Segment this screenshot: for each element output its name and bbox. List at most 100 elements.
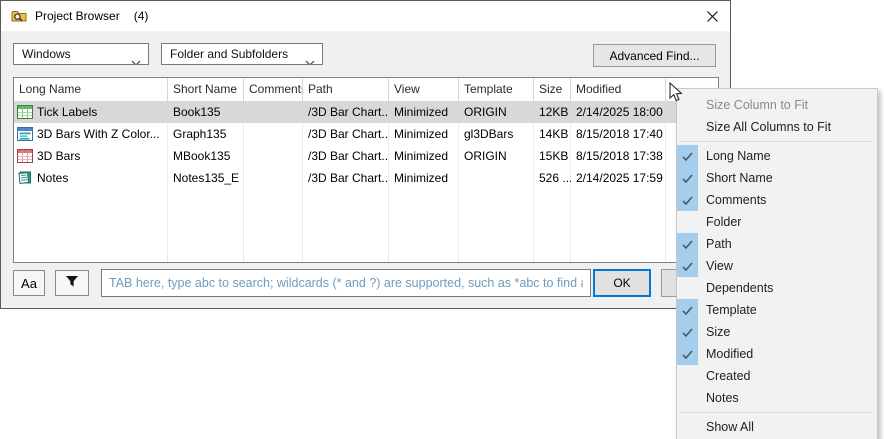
chevron-down-icon [131, 52, 141, 65]
check-zone-empty [677, 387, 698, 409]
short-name-cell: MBook135 [168, 145, 244, 167]
project-browser-icon [11, 8, 27, 24]
notes-icon [17, 170, 33, 186]
menu-item-size-column-to-fit: Size Column to Fit [677, 94, 877, 116]
menu-item-label: Modified [706, 347, 753, 361]
path-cell: /3D Bar Chart... [303, 145, 389, 167]
column-header-template[interactable]: Template [459, 78, 534, 101]
window-title: Project Browser [35, 9, 120, 23]
path-cell: /3D Bar Chart... [303, 101, 389, 123]
search-input[interactable] [101, 269, 591, 297]
modified-cell: 2/14/2025 18:00 [571, 101, 666, 123]
window-type-dropdown[interactable]: Windows [13, 43, 149, 65]
menu-item-modified[interactable]: Modified [677, 343, 877, 365]
menu-item-view[interactable]: View [677, 255, 877, 277]
check-zone-empty [677, 416, 698, 438]
long-name-cell: Notes [14, 167, 168, 189]
filter-button[interactable] [55, 270, 89, 296]
menu-item-label: Dependents [706, 281, 773, 295]
checkmark-icon [677, 255, 698, 277]
graph-icon [17, 126, 33, 142]
close-button[interactable] [702, 7, 722, 27]
window-item-count: (4) [134, 9, 149, 23]
project-browser-dialog: Project Browser (4) Windows Folder and S… [0, 0, 731, 309]
table-row[interactable]: 3D Bars MBook135/3D Bar Chart...Minimized… [14, 145, 718, 167]
checkmark-icon [677, 321, 698, 343]
view-cell: Minimized [389, 101, 459, 123]
column-header-view[interactable]: View [389, 78, 459, 101]
check-zone-empty [677, 116, 698, 138]
check-zone-empty [677, 277, 698, 299]
menu-item-template[interactable]: Template [677, 299, 877, 321]
match-case-button[interactable]: Aa [13, 270, 45, 296]
menu-item-short-name[interactable]: Short Name [677, 167, 877, 189]
checkmark-icon [677, 145, 698, 167]
funnel-icon [65, 275, 79, 291]
size-cell: 526 ... [534, 167, 571, 189]
menu-item-folder[interactable]: Folder [677, 211, 877, 233]
column-header-size[interactable]: Size [534, 78, 571, 101]
menu-item-created[interactable]: Created [677, 365, 877, 387]
long-name-label: Notes [37, 167, 68, 189]
menu-item-label: Short Name [706, 171, 773, 185]
menu-item-label: Size [706, 325, 730, 339]
check-zone-empty [677, 365, 698, 387]
menu-item-dependents[interactable]: Dependents [677, 277, 877, 299]
table-row[interactable]: 3D Bars With Z Color...Graph135/3D Bar C… [14, 123, 718, 145]
menu-item-label: Template [706, 303, 757, 317]
view-cell: Minimized [389, 167, 459, 189]
size-cell: 14KB [534, 123, 571, 145]
menu-item-label: View [706, 259, 733, 273]
screen: Project Browser (4) Windows Folder and S… [0, 0, 884, 439]
view-cell: Minimized [389, 123, 459, 145]
checkmark-icon [677, 299, 698, 321]
path-cell: /3D Bar Chart... [303, 167, 389, 189]
menu-item-label: Path [706, 237, 732, 251]
column-context-menu: Size Column to Fit Size All Columns to Fi… [676, 88, 878, 439]
file-list-table: Long NameShort NameCommentsPathViewTempl… [13, 77, 719, 263]
comments-cell [244, 167, 303, 189]
comments-cell [244, 145, 303, 167]
check-zone-empty [677, 211, 698, 233]
menu-item-path[interactable]: Path [677, 233, 877, 255]
table-row[interactable]: NotesNotes135_E/3D Bar Chart...Minimized… [14, 167, 718, 189]
menu-item-label: Folder [706, 215, 741, 229]
view-cell: Minimized [389, 145, 459, 167]
long-name-cell: 3D Bars [14, 145, 168, 167]
close-icon [707, 10, 718, 25]
table-body: Tick LabelsBook135/3D Bar Chart...Minimi… [14, 101, 718, 189]
ok-button[interactable]: OK [593, 269, 651, 297]
long-name-label: Tick Labels [37, 101, 97, 123]
column-header-modified[interactable]: Modified [571, 78, 666, 101]
long-name-cell: 3D Bars With Z Color... [14, 123, 168, 145]
column-header-long-name[interactable]: Long Name [14, 78, 168, 101]
long-name-label: 3D Bars [37, 145, 80, 167]
matrix-icon [17, 148, 33, 164]
menu-item-long-name[interactable]: Long Name [677, 145, 877, 167]
menu-item-label: Size Column to Fit [706, 98, 808, 112]
menu-item-notes[interactable]: Notes [677, 387, 877, 409]
menu-item-label: Comments [706, 193, 766, 207]
long-name-cell: Tick Labels [14, 101, 168, 123]
check-zone-empty [677, 94, 698, 116]
title-bar: Project Browser (4) [1, 1, 730, 31]
menu-item-size-all-columns-to-fit[interactable]: Size All Columns to Fit [677, 116, 877, 138]
short-name-cell: Graph135 [168, 123, 244, 145]
advanced-find-button[interactable]: Advanced Find... [593, 44, 716, 67]
menu-item-label: Size All Columns to Fit [706, 120, 831, 134]
column-header-short-name[interactable]: Short Name [168, 78, 244, 101]
folder-scope-dropdown[interactable]: Folder and Subfolders [161, 43, 323, 65]
menu-item-comments[interactable]: Comments [677, 189, 877, 211]
chevron-down-icon [305, 52, 315, 65]
table-header-row: Long NameShort NameCommentsPathViewTempl… [14, 78, 718, 101]
menu-item-label: Long Name [706, 149, 771, 163]
size-cell: 12KB [534, 101, 571, 123]
menu-item-size[interactable]: Size [677, 321, 877, 343]
menu-item-show-all[interactable]: Show All [677, 416, 877, 438]
table-row[interactable]: Tick LabelsBook135/3D Bar Chart...Minimi… [14, 101, 718, 123]
column-header-comments[interactable]: Comments [244, 78, 303, 101]
checkmark-icon [677, 233, 698, 255]
column-header-path[interactable]: Path [303, 78, 389, 101]
path-cell: /3D Bar Chart... [303, 123, 389, 145]
template-cell: ORIGIN [459, 145, 534, 167]
